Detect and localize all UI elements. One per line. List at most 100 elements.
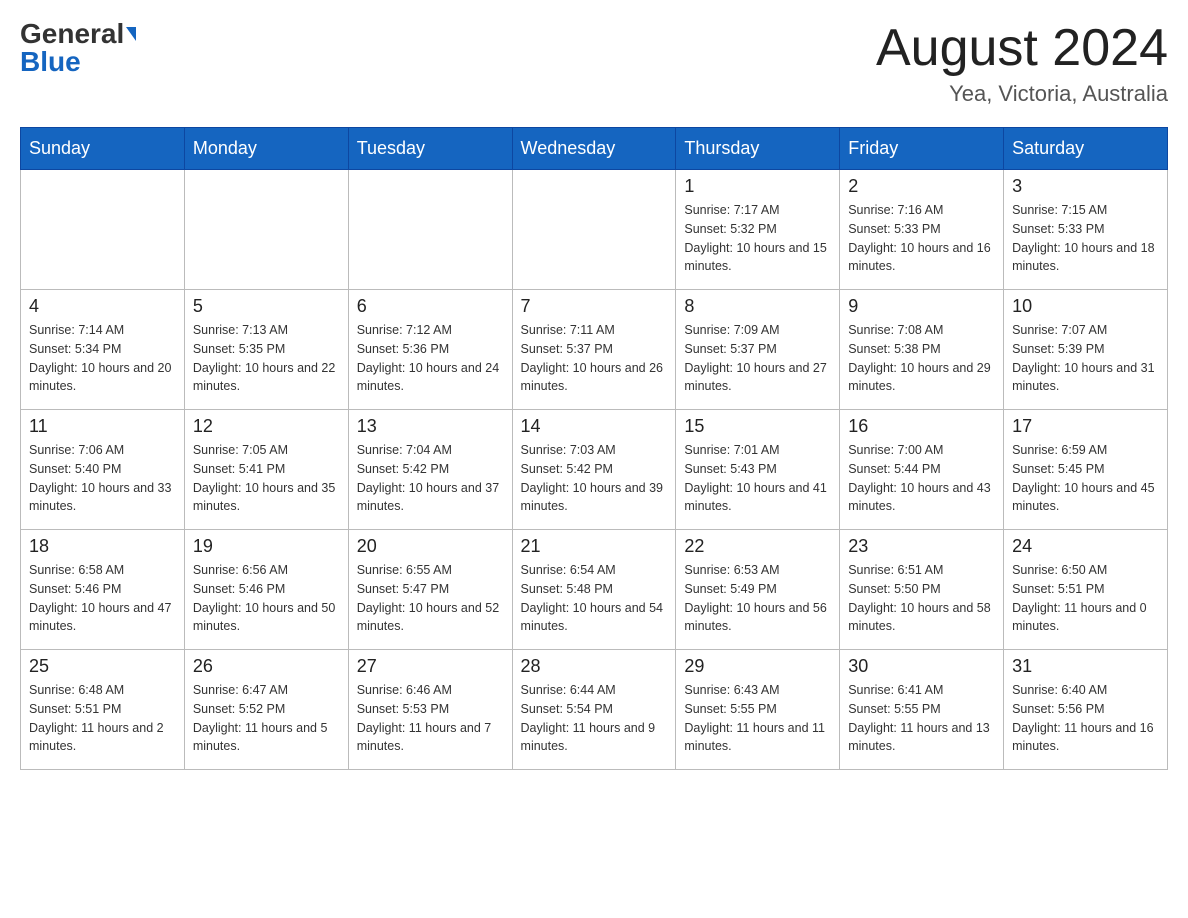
day-info: Sunrise: 6:53 AMSunset: 5:49 PMDaylight:…	[684, 561, 831, 636]
calendar-cell: 13 Sunrise: 7:04 AMSunset: 5:42 PMDayligh…	[348, 410, 512, 530]
day-number: 4	[29, 296, 176, 317]
calendar-cell: 29 Sunrise: 6:43 AMSunset: 5:55 PMDayligh…	[676, 650, 840, 770]
calendar-cell: 1 Sunrise: 7:17 AMSunset: 5:32 PMDaylight…	[676, 170, 840, 290]
day-info: Sunrise: 6:46 AMSunset: 5:53 PMDaylight:…	[357, 681, 504, 756]
day-info: Sunrise: 7:01 AMSunset: 5:43 PMDaylight:…	[684, 441, 831, 516]
day-info: Sunrise: 7:15 AMSunset: 5:33 PMDaylight:…	[1012, 201, 1159, 276]
calendar-cell: 12 Sunrise: 7:05 AMSunset: 5:41 PMDayligh…	[184, 410, 348, 530]
day-info: Sunrise: 7:16 AMSunset: 5:33 PMDaylight:…	[848, 201, 995, 276]
day-info: Sunrise: 6:48 AMSunset: 5:51 PMDaylight:…	[29, 681, 176, 756]
calendar-week-row: 18 Sunrise: 6:58 AMSunset: 5:46 PMDayligh…	[21, 530, 1168, 650]
day-number: 2	[848, 176, 995, 197]
day-number: 28	[521, 656, 668, 677]
calendar-cell: 6Sunrise: 7:12 AMSunset: 5:36 PMDaylight…	[348, 290, 512, 410]
weekday-row: SundayMondayTuesdayWednesdayThursdayFrid…	[21, 128, 1168, 170]
weekday-header-friday: Friday	[840, 128, 1004, 170]
day-number: 6	[357, 296, 504, 317]
day-info: Sunrise: 7:06 AMSunset: 5:40 PMDaylight:…	[29, 441, 176, 516]
day-number: 11	[29, 416, 176, 437]
day-number: 3	[1012, 176, 1159, 197]
day-info: Sunrise: 6:43 AMSunset: 5:55 PMDaylight:…	[684, 681, 831, 756]
day-number: 31	[1012, 656, 1159, 677]
day-info: Sunrise: 7:13 AMSunset: 5:35 PMDaylight:…	[193, 321, 340, 396]
day-info: Sunrise: 6:50 AMSunset: 5:51 PMDaylight:…	[1012, 561, 1159, 636]
day-number: 5	[193, 296, 340, 317]
day-number: 12	[193, 416, 340, 437]
calendar-cell: 8 Sunrise: 7:09 AMSunset: 5:37 PMDaylight…	[676, 290, 840, 410]
day-number: 24	[1012, 536, 1159, 557]
day-info: Sunrise: 7:11 AMSunset: 5:37 PMDaylight:…	[521, 321, 668, 396]
calendar-cell: 10 Sunrise: 7:07 AMSunset: 5:39 PMDayligh…	[1004, 290, 1168, 410]
day-number: 19	[193, 536, 340, 557]
day-number: 27	[357, 656, 504, 677]
day-info: Sunrise: 6:54 AMSunset: 5:48 PMDaylight:…	[521, 561, 668, 636]
day-number: 17	[1012, 416, 1159, 437]
day-info: Sunrise: 7:14 AMSunset: 5:34 PMDaylight:…	[29, 321, 176, 396]
day-number: 16	[848, 416, 995, 437]
logo-blue: Blue	[20, 46, 81, 77]
day-number: 18	[29, 536, 176, 557]
weekday-header-thursday: Thursday	[676, 128, 840, 170]
calendar-cell: 11 Sunrise: 7:06 AMSunset: 5:40 PMDayligh…	[21, 410, 185, 530]
day-number: 23	[848, 536, 995, 557]
page-header: General Blue August 2024 Yea, Victoria, …	[20, 20, 1168, 107]
day-number: 10	[1012, 296, 1159, 317]
calendar-table: SundayMondayTuesdayWednesdayThursdayFrid…	[20, 127, 1168, 770]
calendar-cell: 18 Sunrise: 6:58 AMSunset: 5:46 PMDayligh…	[21, 530, 185, 650]
logo-triangle-icon	[126, 27, 136, 41]
calendar-cell: 19 Sunrise: 6:56 AMSunset: 5:46 PMDayligh…	[184, 530, 348, 650]
calendar-cell: 9Sunrise: 7:08 AMSunset: 5:38 PMDaylight…	[840, 290, 1004, 410]
calendar-cell: 31Sunrise: 6:40 AMSunset: 5:56 PMDayligh…	[1004, 650, 1168, 770]
day-number: 13	[357, 416, 504, 437]
calendar-cell: 26Sunrise: 6:47 AMSunset: 5:52 PMDayligh…	[184, 650, 348, 770]
calendar-week-row: 1 Sunrise: 7:17 AMSunset: 5:32 PMDaylight…	[21, 170, 1168, 290]
weekday-header-sunday: Sunday	[21, 128, 185, 170]
day-info: Sunrise: 7:05 AMSunset: 5:41 PMDaylight:…	[193, 441, 340, 516]
day-info: Sunrise: 6:51 AMSunset: 5:50 PMDaylight:…	[848, 561, 995, 636]
day-info: Sunrise: 7:04 AMSunset: 5:42 PMDaylight:…	[357, 441, 504, 516]
calendar-cell: 28 Sunrise: 6:44 AMSunset: 5:54 PMDayligh…	[512, 650, 676, 770]
day-info: Sunrise: 7:07 AMSunset: 5:39 PMDaylight:…	[1012, 321, 1159, 396]
day-info: Sunrise: 7:17 AMSunset: 5:32 PMDaylight:…	[684, 201, 831, 276]
title-section: August 2024 Yea, Victoria, Australia	[876, 20, 1168, 107]
calendar-header: SundayMondayTuesdayWednesdayThursdayFrid…	[21, 128, 1168, 170]
day-number: 29	[684, 656, 831, 677]
calendar-week-row: 11 Sunrise: 7:06 AMSunset: 5:40 PMDayligh…	[21, 410, 1168, 530]
weekday-header-saturday: Saturday	[1004, 128, 1168, 170]
day-info: Sunrise: 6:44 AMSunset: 5:54 PMDaylight:…	[521, 681, 668, 756]
day-number: 1	[684, 176, 831, 197]
calendar-cell: 23 Sunrise: 6:51 AMSunset: 5:50 PMDayligh…	[840, 530, 1004, 650]
day-number: 22	[684, 536, 831, 557]
calendar-cell: 17 Sunrise: 6:59 AMSunset: 5:45 PMDayligh…	[1004, 410, 1168, 530]
calendar-cell	[512, 170, 676, 290]
day-info: Sunrise: 7:08 AMSunset: 5:38 PMDaylight:…	[848, 321, 995, 396]
day-info: Sunrise: 6:56 AMSunset: 5:46 PMDaylight:…	[193, 561, 340, 636]
calendar-cell: 20Sunrise: 6:55 AMSunset: 5:47 PMDayligh…	[348, 530, 512, 650]
calendar-cell: 2 Sunrise: 7:16 AMSunset: 5:33 PMDaylight…	[840, 170, 1004, 290]
day-number: 20	[357, 536, 504, 557]
calendar-cell: 16Sunrise: 7:00 AMSunset: 5:44 PMDayligh…	[840, 410, 1004, 530]
calendar-cell: 15 Sunrise: 7:01 AMSunset: 5:43 PMDayligh…	[676, 410, 840, 530]
logo-general: General	[20, 20, 124, 48]
day-info: Sunrise: 6:58 AMSunset: 5:46 PMDaylight:…	[29, 561, 176, 636]
day-info: Sunrise: 7:09 AMSunset: 5:37 PMDaylight:…	[684, 321, 831, 396]
day-info: Sunrise: 6:59 AMSunset: 5:45 PMDaylight:…	[1012, 441, 1159, 516]
calendar-body: 1 Sunrise: 7:17 AMSunset: 5:32 PMDaylight…	[21, 170, 1168, 770]
location: Yea, Victoria, Australia	[876, 81, 1168, 107]
calendar-cell: 3 Sunrise: 7:15 AMSunset: 5:33 PMDaylight…	[1004, 170, 1168, 290]
calendar-cell	[348, 170, 512, 290]
day-number: 8	[684, 296, 831, 317]
weekday-header-monday: Monday	[184, 128, 348, 170]
calendar-cell	[21, 170, 185, 290]
calendar-cell: 30Sunrise: 6:41 AMSunset: 5:55 PMDayligh…	[840, 650, 1004, 770]
day-number: 15	[684, 416, 831, 437]
day-number: 21	[521, 536, 668, 557]
day-number: 25	[29, 656, 176, 677]
calendar-cell: 14Sunrise: 7:03 AMSunset: 5:42 PMDayligh…	[512, 410, 676, 530]
day-number: 30	[848, 656, 995, 677]
calendar-week-row: 25 Sunrise: 6:48 AMSunset: 5:51 PMDayligh…	[21, 650, 1168, 770]
calendar-cell: 27 Sunrise: 6:46 AMSunset: 5:53 PMDayligh…	[348, 650, 512, 770]
logo: General Blue	[20, 20, 136, 76]
calendar-cell: 5 Sunrise: 7:13 AMSunset: 5:35 PMDaylight…	[184, 290, 348, 410]
day-number: 14	[521, 416, 668, 437]
